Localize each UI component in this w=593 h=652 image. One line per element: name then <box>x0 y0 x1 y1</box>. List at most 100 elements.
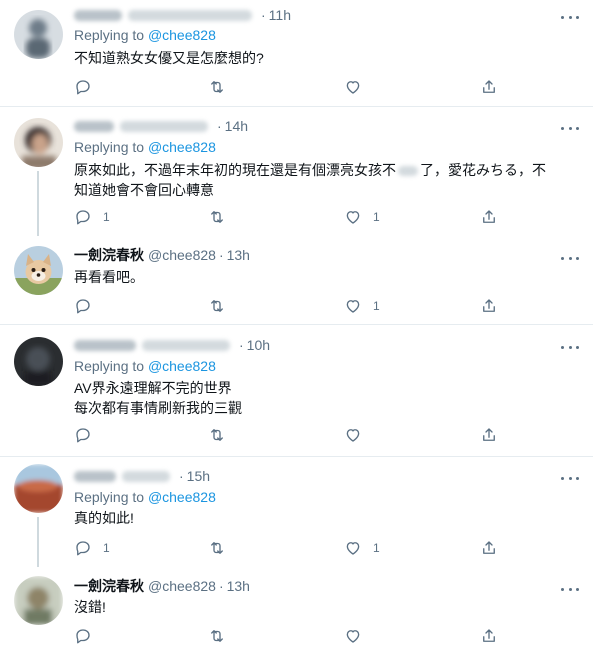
retweet-button[interactable] <box>208 207 226 227</box>
tweet-actions <box>74 626 504 646</box>
avatar[interactable] <box>14 337 63 386</box>
tweet-text-line: 原來如此，不過年末年初的現在還是有個漂亮女孩不 了，愛花みちる，不 <box>74 160 574 180</box>
display-name[interactable]: 一劍浣春秋 <box>74 576 144 596</box>
more-options-icon[interactable] <box>561 471 579 485</box>
tweet[interactable]: 一劍浣春秋 @chee828 · 13h 再看看吧。 1 <box>0 236 593 324</box>
reply-button[interactable] <box>74 77 103 97</box>
tweet-text-line: 沒錯! <box>74 599 106 615</box>
tweet-actions: 1 1 <box>74 538 504 558</box>
more-options-icon[interactable] <box>561 10 579 24</box>
reply-count: 1 <box>103 541 110 555</box>
tweet-actions <box>74 425 504 445</box>
avatar[interactable] <box>14 464 63 513</box>
blurred-handle[interactable] <box>122 470 170 482</box>
blurred-handle[interactable] <box>120 120 208 132</box>
like-count: 1 <box>373 299 380 313</box>
retweet-icon <box>211 81 223 93</box>
heart-icon <box>346 630 360 643</box>
share-button[interactable] <box>480 77 498 97</box>
tweet-text-line: 知道她會不會回心轉意 <box>74 182 214 198</box>
like-count: 1 <box>373 541 380 555</box>
retweet-button[interactable] <box>208 77 226 97</box>
reply-icon <box>76 428 90 443</box>
display-name[interactable]: 一劍浣春秋 <box>74 245 144 265</box>
user-handle[interactable]: @chee828 <box>148 247 216 263</box>
tweet-text: 再看看吧。 <box>74 267 574 287</box>
share-button[interactable] <box>480 626 498 646</box>
like-button[interactable] <box>344 425 373 445</box>
more-options-icon[interactable] <box>561 340 579 354</box>
tweet[interactable]: 一劍浣春秋 @chee828 · 13h 沒錯! <box>0 567 593 652</box>
retweet-button[interactable] <box>208 296 226 316</box>
share-button[interactable] <box>480 207 498 227</box>
more-options-icon[interactable] <box>561 251 579 265</box>
reply-button[interactable] <box>74 425 103 445</box>
avatar[interactable] <box>14 10 63 59</box>
retweet-icon <box>211 429 223 441</box>
heart-icon <box>346 300 360 313</box>
tweet-timestamp[interactable]: 13h <box>227 247 250 263</box>
text-fragment: 了，愛花みちる，不 <box>420 162 546 178</box>
mention-link[interactable]: @chee828 <box>148 139 216 155</box>
reply-button[interactable]: 1 <box>74 207 110 227</box>
avatar[interactable] <box>14 118 63 167</box>
retweet-icon <box>211 300 223 312</box>
tweet-timestamp[interactable]: 13h <box>227 578 250 594</box>
tweet-actions <box>74 77 504 97</box>
tweet[interactable]: · 11h Replying to @chee828 不知道熟女女優又是怎麼想的… <box>0 0 593 106</box>
replying-to: Replying to @chee828 <box>74 489 216 505</box>
blurred-display-name[interactable] <box>74 470 116 482</box>
heart-icon <box>346 211 360 224</box>
mention-link[interactable]: @chee828 <box>148 358 216 374</box>
blurred-handle[interactable] <box>142 339 230 351</box>
reply-icon <box>76 80 90 95</box>
tweet-text: 真的如此! <box>74 508 574 528</box>
heart-icon <box>346 429 360 442</box>
mention-link[interactable]: @chee828 <box>148 489 216 505</box>
blurred-display-name[interactable] <box>74 120 114 132</box>
replying-to: Replying to @chee828 <box>74 27 216 43</box>
blurred-display-name[interactable] <box>74 9 122 21</box>
like-button[interactable]: 1 <box>344 538 380 558</box>
share-button[interactable] <box>480 425 498 445</box>
retweet-button[interactable] <box>208 626 226 646</box>
share-icon <box>483 629 495 642</box>
user-handle[interactable]: @chee828 <box>148 578 216 594</box>
tweet-actions: 1 1 <box>74 207 504 227</box>
tweet-text-line: 不知道熟女女優又是怎麼想的? <box>74 50 264 66</box>
tweet-timestamp[interactable]: 14h <box>225 118 248 134</box>
like-button[interactable] <box>344 626 373 646</box>
avatar[interactable] <box>14 246 63 295</box>
tweet-timestamp[interactable]: 15h <box>187 468 210 484</box>
share-button[interactable] <box>480 538 498 558</box>
mention-link[interactable]: @chee828 <box>148 27 216 43</box>
tweet-text-line: 真的如此! <box>74 510 134 526</box>
retweet-button[interactable] <box>208 538 226 558</box>
like-button[interactable]: 1 <box>344 207 380 227</box>
like-button[interactable] <box>344 77 373 97</box>
blurred-handle[interactable] <box>128 9 252 21</box>
tweet[interactable]: · 15h Replying to @chee828 真的如此! 1 1 <box>0 457 593 567</box>
more-options-icon[interactable] <box>561 582 579 596</box>
reply-button[interactable] <box>74 296 103 316</box>
reply-button[interactable] <box>74 626 103 646</box>
reply-button[interactable]: 1 <box>74 538 110 558</box>
separator-dot: · <box>218 247 224 263</box>
tweet[interactable]: · 10h Replying to @chee828 AV界永遠理解不完的世界 … <box>0 325 593 456</box>
more-options-icon[interactable] <box>561 121 579 135</box>
tweet-text-line: 每次都有事情刷新我的三觀 <box>74 400 242 416</box>
like-button[interactable]: 1 <box>344 296 380 316</box>
avatar[interactable] <box>14 576 63 625</box>
tweet[interactable]: · 14h Replying to @chee828 原來如此，不過年末年初的現… <box>0 107 593 236</box>
thread-line <box>37 171 39 236</box>
retweet-button[interactable] <box>208 425 226 445</box>
replying-to-label: Replying to <box>74 139 145 155</box>
tweet-timestamp[interactable]: 10h <box>247 337 270 353</box>
share-button[interactable] <box>480 296 498 316</box>
separator-dot: · <box>218 578 224 594</box>
blurred-display-name[interactable] <box>74 339 136 351</box>
separator-dot: · <box>261 7 266 23</box>
replying-to-label: Replying to <box>74 489 145 505</box>
tweet-timestamp[interactable]: 11h <box>269 7 291 23</box>
share-icon <box>483 210 495 223</box>
